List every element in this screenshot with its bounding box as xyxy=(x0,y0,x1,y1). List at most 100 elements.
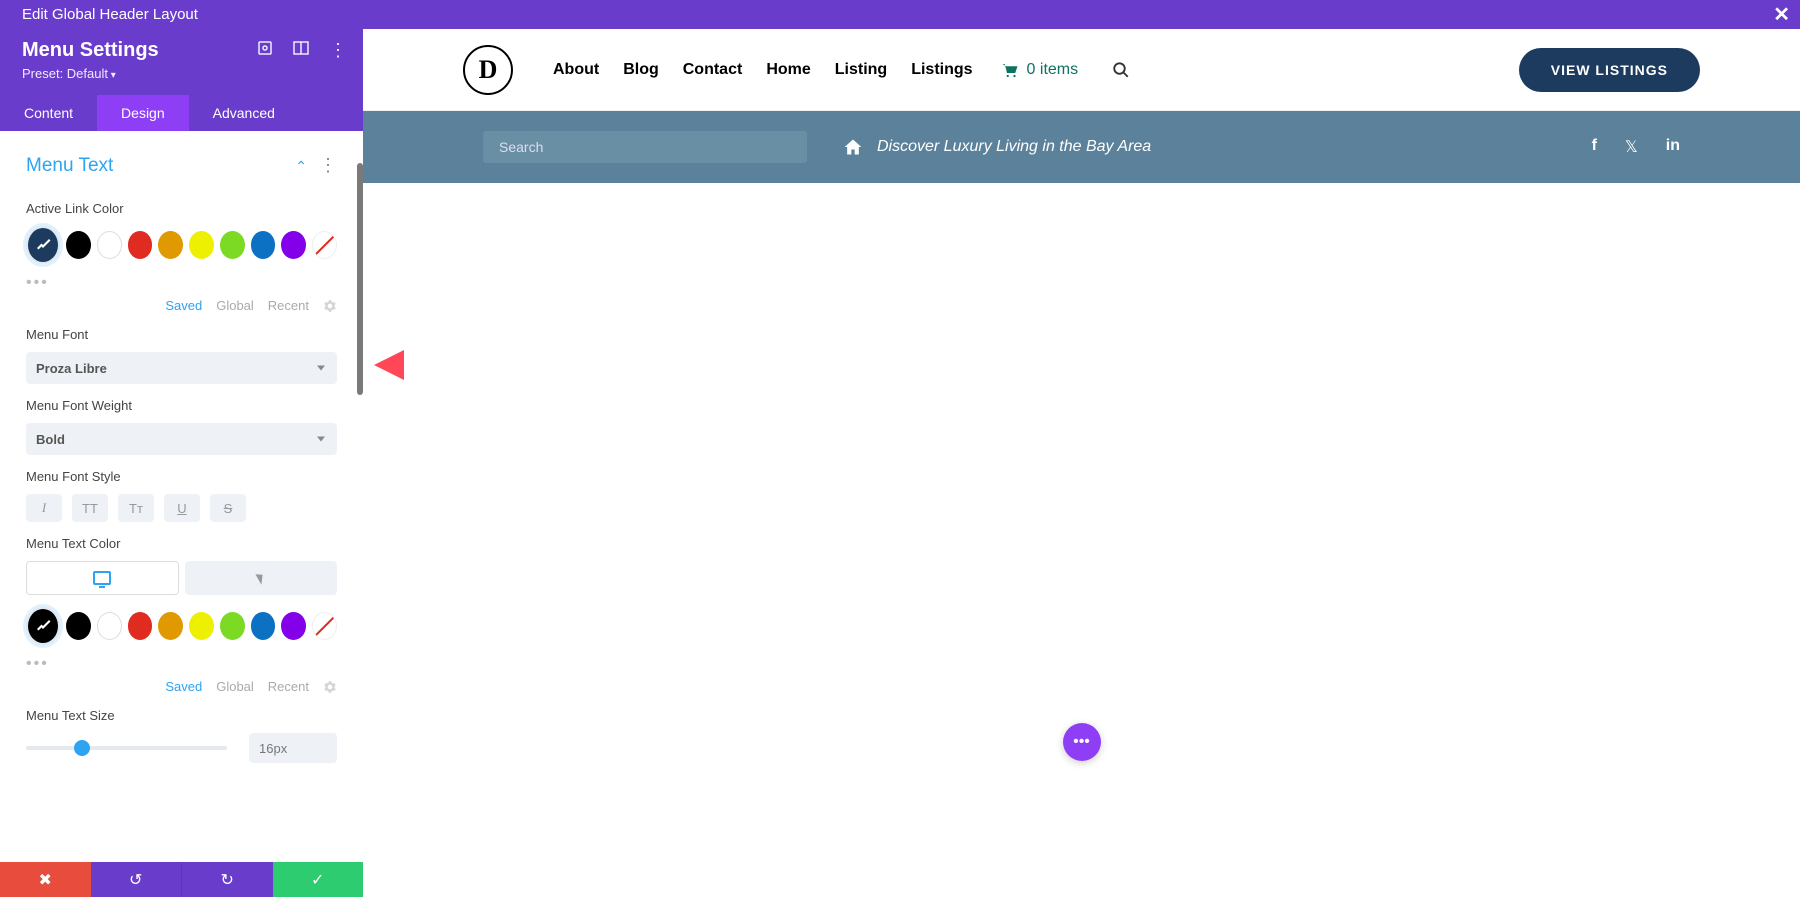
settings-title: Menu Settings xyxy=(22,39,159,62)
preview-area: D About Blog Contact Home Listing Listin… xyxy=(363,29,1800,897)
header-icons: ⋮ xyxy=(257,40,347,61)
top-bar: Edit Global Header Layout ✕ xyxy=(0,0,1800,29)
swatch-purple[interactable] xyxy=(281,231,306,259)
label-menu-text-color: Menu Text Color xyxy=(26,536,337,551)
monitor-icon xyxy=(93,571,111,585)
swatch-orange[interactable] xyxy=(158,231,183,259)
close-icon[interactable]: ✕ xyxy=(1773,2,1790,27)
swatch-green[interactable] xyxy=(220,612,245,640)
font-style-buttons: I TT Tᴛ U S xyxy=(26,494,337,522)
search-input[interactable]: Search xyxy=(483,131,807,163)
swatch-black[interactable] xyxy=(66,231,91,259)
color-swatches-active xyxy=(26,226,337,264)
global-tab[interactable]: Global xyxy=(216,298,254,313)
search-placeholder: Search xyxy=(499,139,543,155)
section-title[interactable]: Menu Text xyxy=(26,155,113,177)
hover-state-tab[interactable] xyxy=(185,561,338,595)
linkedin-icon[interactable]: in xyxy=(1666,137,1680,157)
top-bar-title: Edit Global Header Layout xyxy=(22,6,198,23)
slider-thumb[interactable] xyxy=(74,740,90,756)
cart-icon xyxy=(1001,62,1019,78)
swatch-blue[interactable] xyxy=(251,612,276,640)
swatch-black[interactable] xyxy=(66,612,91,640)
kebab-icon[interactable]: ⋮ xyxy=(319,163,337,168)
nav-item-blog[interactable]: Blog xyxy=(623,61,659,79)
color-state-tabs xyxy=(26,561,337,595)
label-menu-font-weight: Menu Font Weight xyxy=(26,398,337,413)
kebab-icon[interactable]: ⋮ xyxy=(329,48,347,53)
panel-content: Menu Text ⌃ ⋮ Active Link Color ••• Save… xyxy=(0,131,363,862)
recent-tab[interactable]: Recent xyxy=(268,298,309,313)
x-icon[interactable]: 𝕏 xyxy=(1625,137,1638,157)
undo-button[interactable]: ↺ xyxy=(91,862,183,897)
swatch-none[interactable] xyxy=(312,612,337,640)
tab-advanced[interactable]: Advanced xyxy=(189,95,299,131)
swatch-none[interactable] xyxy=(312,231,337,259)
focus-icon[interactable] xyxy=(257,40,273,61)
color-swatches-text xyxy=(26,607,337,645)
label-menu-text-size: Menu Text Size xyxy=(26,708,337,723)
nav-item-listings[interactable]: Listings xyxy=(911,61,972,79)
search-icon[interactable] xyxy=(1112,61,1130,79)
nav-item-listing[interactable]: Listing xyxy=(835,61,887,79)
tagline: Discover Luxury Living in the Bay Area xyxy=(843,137,1151,157)
logo[interactable]: D xyxy=(463,45,513,95)
sidebar: Menu Settings ⋮ Preset: Default Content … xyxy=(0,29,363,897)
swatch-yellow[interactable] xyxy=(189,231,214,259)
cart-count: 0 items xyxy=(1027,61,1079,79)
save-button[interactable]: ✓ xyxy=(273,862,364,897)
social-icons: f 𝕏 in xyxy=(1592,137,1680,157)
preset-selector[interactable]: Preset: Default xyxy=(22,66,347,81)
fab-button[interactable]: ••• xyxy=(1063,723,1101,761)
menu-font-select[interactable] xyxy=(26,352,337,384)
swatch-red[interactable] xyxy=(128,612,153,640)
swatch-white[interactable] xyxy=(97,231,122,259)
recent-tab[interactable]: Recent xyxy=(268,679,309,694)
nav-items: About Blog Contact Home Listing Listings xyxy=(553,61,973,79)
sub-bar: Search Discover Luxury Living in the Bay… xyxy=(363,111,1800,183)
swatch-yellow[interactable] xyxy=(189,612,214,640)
underline-button[interactable]: U xyxy=(164,494,200,522)
saved-tab[interactable]: Saved xyxy=(165,679,202,694)
global-tab[interactable]: Global xyxy=(216,679,254,694)
columns-icon[interactable] xyxy=(293,41,309,60)
size-slider[interactable] xyxy=(26,746,227,750)
tab-content[interactable]: Content xyxy=(0,95,97,131)
chevron-up-icon[interactable]: ⌃ xyxy=(295,158,307,175)
nav-item-home[interactable]: Home xyxy=(766,61,810,79)
strikethrough-button[interactable]: S xyxy=(210,494,246,522)
menu-font-weight-select[interactable] xyxy=(26,423,337,455)
nav-item-about[interactable]: About xyxy=(553,61,599,79)
swatch-red[interactable] xyxy=(128,231,153,259)
italic-button[interactable]: I xyxy=(26,494,62,522)
swatch-green[interactable] xyxy=(220,231,245,259)
label-menu-font-style: Menu Font Style xyxy=(26,469,337,484)
saved-tab[interactable]: Saved xyxy=(165,298,202,313)
more-dots-icon[interactable]: ••• xyxy=(26,653,337,679)
nav-item-contact[interactable]: Contact xyxy=(683,61,743,79)
tab-design[interactable]: Design xyxy=(97,95,189,131)
house-icon xyxy=(843,137,863,157)
size-input[interactable] xyxy=(249,733,337,763)
titlecase-button[interactable]: Tᴛ xyxy=(118,494,154,522)
settings-header: Menu Settings ⋮ Preset: Default xyxy=(0,29,363,95)
color-picker-button[interactable] xyxy=(26,226,60,264)
more-dots-icon[interactable]: ••• xyxy=(26,272,337,298)
tabs: Content Design Advanced xyxy=(0,95,363,131)
swatch-blue[interactable] xyxy=(251,231,276,259)
footer-buttons: ✖ ↺ ↻ ✓ xyxy=(0,862,363,897)
gear-icon[interactable] xyxy=(323,680,337,694)
uppercase-button[interactable]: TT xyxy=(72,494,108,522)
view-listings-button[interactable]: VIEW LISTINGS xyxy=(1519,48,1700,92)
cart-link[interactable]: 0 items xyxy=(1001,61,1079,79)
main-nav: D About Blog Contact Home Listing Listin… xyxy=(363,29,1800,111)
cancel-button[interactable]: ✖ xyxy=(0,862,91,897)
gear-icon[interactable] xyxy=(323,299,337,313)
swatch-white[interactable] xyxy=(97,612,122,640)
redo-button[interactable]: ↻ xyxy=(182,862,273,897)
facebook-icon[interactable]: f xyxy=(1592,137,1597,157)
swatch-purple[interactable] xyxy=(281,612,306,640)
color-picker-button[interactable] xyxy=(26,607,60,645)
desktop-state-tab[interactable] xyxy=(26,561,179,595)
swatch-orange[interactable] xyxy=(158,612,183,640)
